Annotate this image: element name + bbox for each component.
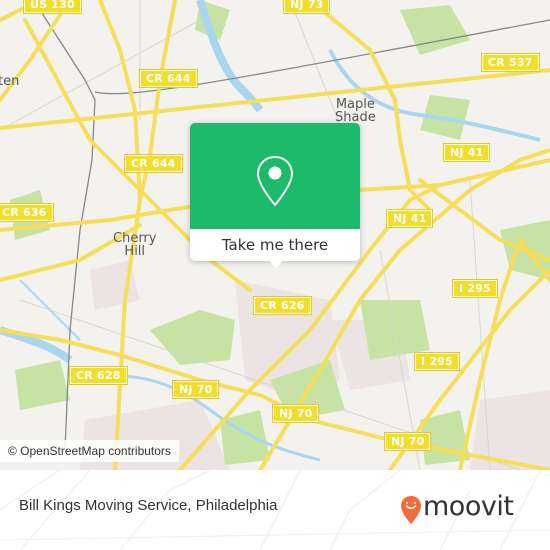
road-label-cr-636: CR 636 xyxy=(0,203,54,222)
footer: Bill Kings Moving Service, Philadelphia … xyxy=(0,470,550,550)
road-label-cr-626: CR 626 xyxy=(253,296,312,315)
road-label-nj-70: NJ 70 xyxy=(383,432,432,451)
place-label-partial: ten xyxy=(0,74,20,89)
location-popup[interactable]: Take me there xyxy=(190,123,360,268)
brand-name: moovit xyxy=(423,491,514,522)
road-label-nj-70: NJ 70 xyxy=(171,380,220,399)
road-label-cr-644: CR 644 xyxy=(139,69,198,88)
place-label-maple-shade: Maple Shade xyxy=(335,97,376,125)
road-label-cr-628: CR 628 xyxy=(69,366,128,385)
road-label-us-130: US 130 xyxy=(23,0,82,14)
popup-pointer xyxy=(267,259,285,268)
popup-header xyxy=(190,123,360,229)
road-label-nj-41: NJ 41 xyxy=(385,209,434,228)
road-label-i-295: I 295 xyxy=(414,352,460,371)
place-title: Bill Kings Moving Service, Philadelphia xyxy=(19,497,278,514)
road-label-i-295: I 295 xyxy=(452,279,498,298)
road-label-cr-537: CR 537 xyxy=(481,53,540,72)
road-label-nj-41: NJ 41 xyxy=(442,143,491,162)
place-label-cherry-hill: Cherry Hill xyxy=(113,231,157,259)
moovit-pin-icon xyxy=(401,496,421,524)
map-attribution[interactable]: © OpenStreetMap contributors xyxy=(0,440,179,462)
road-label-cr-644: CR 644 xyxy=(124,154,183,173)
road-label-nj-70: NJ 70 xyxy=(271,404,320,423)
road-label-nj-73: NJ 73 xyxy=(282,0,331,14)
map-pin-icon xyxy=(256,155,294,207)
map-canvas[interactable]: US 130 NJ 73 CR 644 CR 537 CR 644 CR 636… xyxy=(0,0,550,470)
take-me-there-button[interactable]: Take me there xyxy=(190,229,360,261)
